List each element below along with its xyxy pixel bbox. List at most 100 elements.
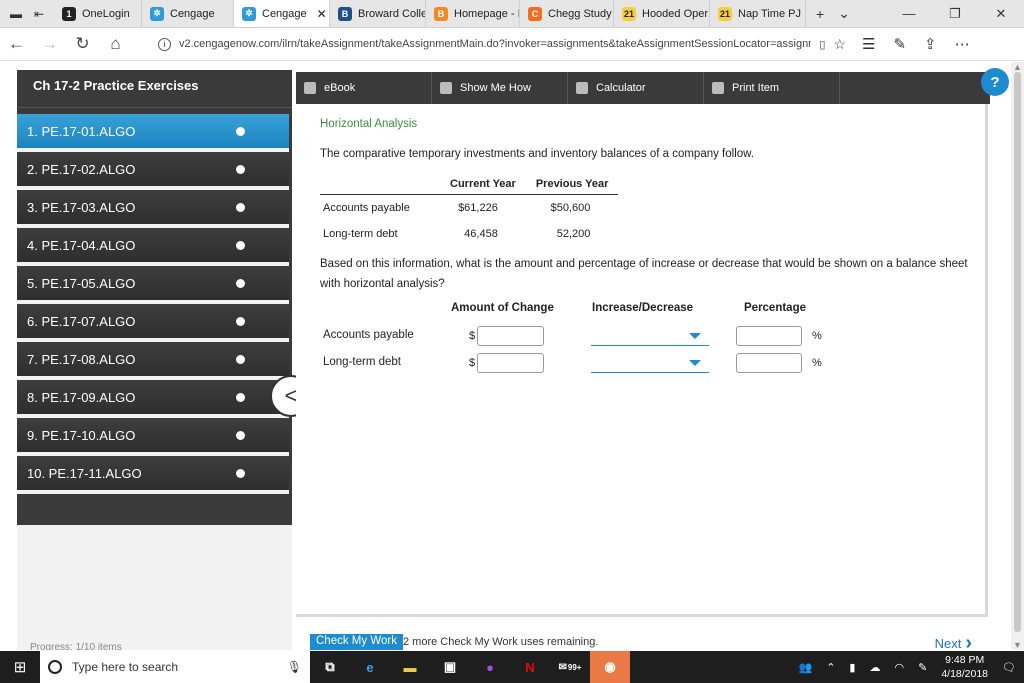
show-me-how-button[interactable]: Show Me How — [432, 72, 568, 104]
pen-icon[interactable]: ✎ — [918, 661, 927, 674]
browser-tab[interactable]: B Homepage - I — [426, 0, 520, 27]
tab-label: Nap Time PJ I — [738, 7, 806, 20]
restore-icon[interactable]: ❐ — [932, 6, 978, 22]
share-icon[interactable]: ⇪ — [924, 35, 937, 53]
web-note-icon[interactable]: ✎ — [893, 35, 906, 53]
status-dot-icon — [236, 431, 245, 440]
next-label: Next — [934, 636, 962, 650]
reading-view-icon[interactable]: ▯ — [819, 38, 825, 51]
browser-tab[interactable]: ✲ Cengage — [142, 0, 234, 27]
site-info-icon[interactable]: i — [158, 37, 171, 51]
back-icon[interactable]: ← — [0, 34, 33, 54]
taskbar-search[interactable]: Type here to search 🎙 — [40, 651, 310, 683]
browser-tab[interactable]: C Chegg Study — [520, 0, 614, 27]
browser-tab[interactable]: 1 OneLogin — [54, 0, 142, 27]
question-item-1[interactable]: 1. PE.17-01.ALGO — [17, 114, 289, 148]
accounts-payable-incdec-select[interactable] — [591, 326, 709, 346]
table-row: Long-term debt 46,458 52,200 — [320, 221, 618, 247]
homepage-icon: B — [434, 6, 448, 21]
next-button[interactable]: Next › — [935, 632, 972, 650]
system-tray: 👥 ⌃ ▮ ☁ ◠ ✎ 9:48 PM 4/18/2018 🗨 — [799, 653, 1024, 681]
browser-tab[interactable]: B Broward Colle — [330, 0, 426, 27]
scroll-down-icon[interactable]: ▼ — [1011, 640, 1024, 650]
accounts-payable-percentage-input[interactable] — [736, 326, 802, 346]
accounts-payable-amount-input[interactable] — [477, 326, 544, 346]
show-me-how-label: Show Me How — [460, 82, 531, 94]
question-label: 2. PE.17-02.ALGO — [27, 161, 136, 177]
question-item-2[interactable]: 2. PE.17-02.ALGO — [17, 152, 289, 186]
favorites-hub-icon[interactable]: ☰ — [862, 35, 875, 53]
status-dot-icon — [236, 165, 245, 174]
windows-taskbar: ⊞ Type here to search 🎙 ⧉ e ▬ ▣ ● N ✉ 99+… — [0, 651, 1024, 683]
calculator-button[interactable]: Calculator — [568, 72, 704, 104]
question-item-8[interactable]: 8. PE.17-09.ALGO — [17, 380, 289, 414]
tab-list-chevron-icon[interactable]: ⌄ — [838, 5, 850, 22]
microphone-icon[interactable]: 🎙 — [287, 660, 302, 674]
browser-tab-active[interactable]: ✲ Cengage ✕ — [234, 0, 330, 27]
page: Ch 17-2 Practice Exercises 1. PE.17-01.A… — [0, 62, 1011, 650]
app-purple-icon[interactable]: ● — [470, 651, 510, 683]
notifications-icon[interactable]: 🗨 — [1002, 661, 1016, 674]
ebook-button[interactable]: eBook — [296, 72, 432, 104]
task-view-icon[interactable]: ⧉ — [310, 651, 350, 683]
address-bar[interactable]: i v2.cengagenow.com/ilrn/takeAssignment/… — [152, 32, 852, 56]
table-header-blank — [320, 174, 440, 195]
netflix-icon[interactable]: N — [510, 651, 550, 683]
long-term-debt-percentage-input[interactable] — [736, 353, 802, 373]
question-item-6[interactable]: 6. PE.17-07.ALGO — [17, 304, 289, 338]
cengage-icon: ✲ — [242, 6, 256, 21]
tab-label: Hooded Oper — [642, 7, 709, 20]
windows-start-icon[interactable]: ⊞ — [0, 651, 40, 683]
favorite-star-icon[interactable]: ☆ — [833, 36, 846, 53]
minimize-icon[interactable]: — — [886, 6, 932, 21]
battery-icon[interactable]: ▮ — [849, 661, 855, 674]
scroll-up-icon[interactable]: ▲ — [1011, 62, 1024, 72]
long-term-debt-amount-input[interactable] — [477, 353, 544, 373]
help-headset-icon[interactable]: ? — [981, 68, 1009, 96]
question-item-4[interactable]: 4. PE.17-04.ALGO — [17, 228, 289, 262]
browser-tab[interactable]: 21 Nap Time PJ I — [710, 0, 806, 27]
forward-icon[interactable]: → — [33, 34, 66, 54]
question-label: 7. PE.17-08.ALGO — [27, 351, 136, 367]
question-label: 9. PE.17-10.ALGO — [27, 427, 136, 443]
tab-set-aside-icon[interactable]: ▬ — [10, 7, 22, 21]
print-item-button[interactable]: Print Item — [704, 72, 840, 104]
question-text: Based on this information, what is the a… — [320, 258, 968, 290]
question-label: 3. PE.17-03.ALGO — [27, 199, 136, 215]
scroll-thumb[interactable] — [1014, 72, 1021, 632]
chrome-icon[interactable]: ◉ — [590, 651, 630, 683]
page-scrollbar[interactable]: ▲ ▼ — [1011, 62, 1024, 650]
check-remaining-text: 2 more Check My Work uses remaining. — [403, 636, 599, 648]
question-item-9[interactable]: 9. PE.17-10.ALGO — [17, 418, 289, 452]
new-tab-icon[interactable]: + — [816, 6, 824, 22]
file-explorer-icon[interactable]: ▬ — [390, 651, 430, 683]
clock-time: 9:48 PM — [945, 654, 985, 666]
tray-chevron-icon[interactable]: ⌃ — [826, 661, 835, 674]
close-tab-icon[interactable]: ✕ — [317, 7, 327, 21]
question-item-3[interactable]: 3. PE.17-03.ALGO — [17, 190, 289, 224]
store-icon[interactable]: ▣ — [430, 651, 470, 683]
home-icon[interactable]: ⌂ — [99, 34, 132, 54]
amount-of-change-header: Amount of Change — [451, 302, 554, 314]
window-close-icon[interactable]: ✕ — [978, 6, 1024, 22]
refresh-icon[interactable]: ↻ — [66, 34, 99, 54]
question-item-5[interactable]: 5. PE.17-05.ALGO — [17, 266, 289, 300]
assignment-title: Ch 17-2 Practice Exercises — [17, 70, 292, 108]
more-menu-icon[interactable]: ⋯ — [955, 35, 970, 53]
percent-sign: % — [812, 330, 822, 342]
answer-row-label: Long-term debt — [323, 356, 401, 368]
assignment-panel: Ch 17-2 Practice Exercises 1. PE.17-01.A… — [17, 70, 292, 650]
question-item-10[interactable]: 10. PE.17-11.ALGO — [17, 456, 289, 490]
mail-icon[interactable]: ✉ 99+ — [550, 651, 590, 683]
long-term-debt-incdec-select[interactable] — [591, 353, 709, 373]
browser-tab[interactable]: 21 Hooded Oper — [614, 0, 710, 27]
dollar-sign: $ — [469, 330, 476, 342]
tab-preview-icon[interactable]: ⇤ — [34, 7, 44, 21]
people-icon[interactable]: 👥 — [799, 661, 813, 674]
check-my-work-button[interactable]: Check My Work — [310, 634, 403, 650]
wifi-icon[interactable]: ◠ — [894, 661, 904, 674]
onedrive-icon[interactable]: ☁ — [869, 661, 880, 674]
question-item-7[interactable]: 7. PE.17-08.ALGO — [17, 342, 289, 376]
edge-browser-icon[interactable]: e — [350, 651, 390, 683]
taskbar-clock[interactable]: 9:48 PM 4/18/2018 — [941, 653, 988, 681]
